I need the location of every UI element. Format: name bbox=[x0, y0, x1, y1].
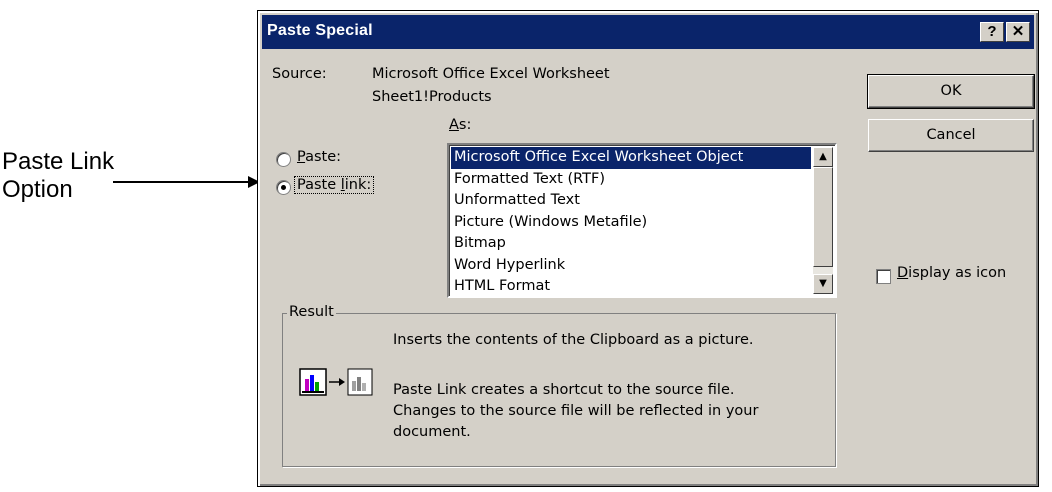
list-item[interactable]: HTML Format bbox=[451, 276, 811, 298]
list-item[interactable]: Unformatted Text bbox=[451, 190, 811, 212]
source-line1: Microsoft Office Excel Worksheet bbox=[372, 66, 610, 82]
paste-result-icon-svg bbox=[299, 368, 373, 396]
close-button[interactable]: ✕ bbox=[1006, 22, 1030, 42]
help-icon: ? bbox=[987, 23, 997, 40]
result-legend: Result bbox=[287, 304, 336, 320]
as-list-items: Microsoft Office Excel Worksheet Object … bbox=[451, 147, 811, 298]
result-text-line4: document. bbox=[393, 424, 471, 440]
paste-link-radio-label[interactable]: Paste link: bbox=[294, 176, 375, 194]
list-item[interactable]: Word Hyperlink bbox=[451, 255, 811, 277]
as-listbox[interactable]: Microsoft Office Excel Worksheet Object … bbox=[447, 143, 837, 298]
paste-result-icon bbox=[299, 365, 379, 403]
paste-special-dialog: Paste Special ? ✕ Source: Microsoft Offi… bbox=[257, 10, 1039, 487]
radio-selected-dot bbox=[281, 185, 286, 190]
display-as-icon-box[interactable] bbox=[876, 269, 891, 284]
list-item[interactable]: Bitmap bbox=[451, 233, 811, 255]
result-text-line3: Changes to the source file will be refle… bbox=[393, 403, 759, 419]
result-text-line2: Paste Link creates a shortcut to the sou… bbox=[393, 382, 735, 398]
list-item[interactable]: Picture (Windows Metafile) bbox=[451, 212, 811, 234]
list-item[interactable]: Microsoft Office Excel Worksheet Object bbox=[451, 147, 811, 169]
help-button[interactable]: ? bbox=[980, 22, 1004, 42]
dialog-title: Paste Special bbox=[267, 22, 373, 39]
list-item[interactable]: Formatted Text (RTF) bbox=[451, 169, 811, 191]
source-label: Source: bbox=[272, 66, 327, 82]
source-line2: Sheet1!Products bbox=[372, 89, 492, 105]
display-as-icon-label[interactable]: Display as icon bbox=[897, 265, 1006, 281]
list-scrollbar[interactable]: ▲ ▼ bbox=[813, 147, 833, 294]
close-icon: ✕ bbox=[1011, 23, 1025, 40]
scroll-thumb[interactable] bbox=[813, 167, 833, 267]
paste-link-annotation: Paste Link Option bbox=[2, 148, 115, 203]
paste-radio-label[interactable]: Paste: bbox=[297, 149, 341, 165]
result-groupbox: Result Inserts the contents of the Clipb… bbox=[282, 304, 836, 467]
title-bar[interactable]: Paste Special ? ✕ bbox=[262, 15, 1034, 49]
scroll-up-icon[interactable]: ▲ bbox=[813, 147, 833, 167]
annotation-arrow-line bbox=[113, 181, 250, 183]
paste-radio-circle[interactable] bbox=[276, 152, 291, 167]
as-label: As: bbox=[449, 117, 472, 133]
result-text-line1: Inserts the contents of the Clipboard as… bbox=[393, 332, 754, 348]
cancel-button[interactable]: Cancel bbox=[868, 119, 1034, 152]
scroll-down-icon[interactable]: ▼ bbox=[813, 274, 833, 294]
paste-link-radio-circle[interactable] bbox=[276, 180, 291, 195]
ok-button[interactable]: OK bbox=[867, 74, 1035, 109]
